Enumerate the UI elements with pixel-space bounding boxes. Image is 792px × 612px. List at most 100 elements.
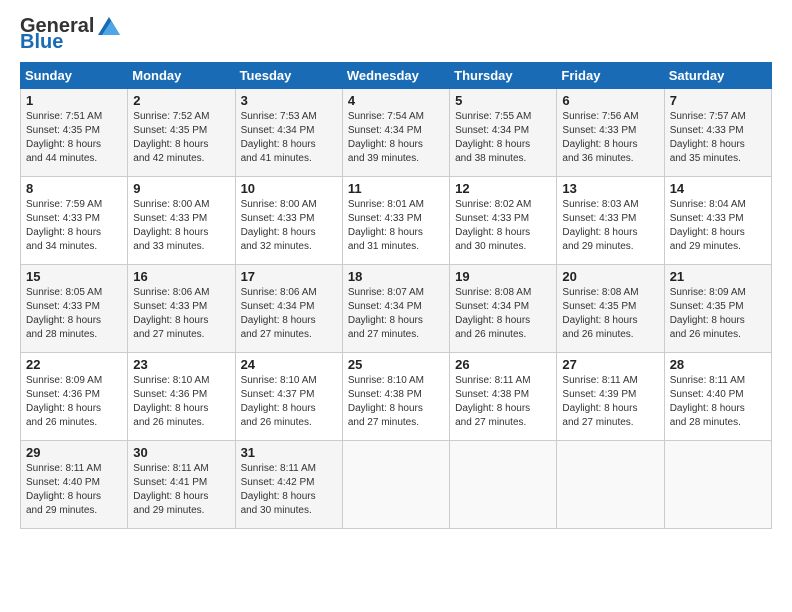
calendar-cell <box>557 441 664 529</box>
calendar-cell: 10 Sunrise: 8:00 AMSunset: 4:33 PMDayligh… <box>235 177 342 265</box>
calendar-cell: 15 Sunrise: 8:05 AMSunset: 4:33 PMDayligh… <box>21 265 128 353</box>
calendar-cell: 25 Sunrise: 8:10 AMSunset: 4:38 PMDayligh… <box>342 353 449 441</box>
day-number: 14 <box>670 181 766 196</box>
calendar-cell <box>342 441 449 529</box>
calendar-cell <box>664 441 771 529</box>
calendar-cell: 14 Sunrise: 8:04 AMSunset: 4:33 PMDayligh… <box>664 177 771 265</box>
day-number: 9 <box>133 181 229 196</box>
logo: General Blue <box>20 16 120 52</box>
page: General Blue SundayMondayTuesdayWednesda… <box>0 0 792 612</box>
day-number: 19 <box>455 269 551 284</box>
header-day-friday: Friday <box>557 63 664 89</box>
day-number: 1 <box>26 93 122 108</box>
calendar-cell: 26Sunrise: 8:11 AMSunset: 4:38 PMDayligh… <box>450 353 557 441</box>
day-info: Sunrise: 8:11 AMSunset: 4:42 PMDaylight:… <box>241 463 316 516</box>
calendar-cell: 23Sunrise: 8:10 AMSunset: 4:36 PMDayligh… <box>128 353 235 441</box>
day-info: Sunrise: 8:11 AMSunset: 4:40 PMDaylight:… <box>26 463 101 516</box>
day-info: Sunrise: 8:00 AMSunset: 4:33 PMDaylight:… <box>133 199 209 252</box>
day-number: 25 <box>348 357 444 372</box>
day-number: 26 <box>455 357 551 372</box>
day-info: Sunrise: 7:57 AMSunset: 4:33 PMDaylight:… <box>670 111 746 164</box>
calendar-cell: 11Sunrise: 8:01 AMSunset: 4:33 PMDayligh… <box>342 177 449 265</box>
day-number: 3 <box>241 93 337 108</box>
calendar-cell: 16 Sunrise: 8:06 AMSunset: 4:33 PMDayligh… <box>128 265 235 353</box>
calendar-cell: 22Sunrise: 8:09 AMSunset: 4:36 PMDayligh… <box>21 353 128 441</box>
day-info: Sunrise: 7:55 AMSunset: 4:34 PMDaylight:… <box>455 111 531 164</box>
calendar-cell: 12 Sunrise: 8:02 AMSunset: 4:33 PMDayligh… <box>450 177 557 265</box>
day-info: Sunrise: 8:06 AMSunset: 4:33 PMDaylight:… <box>133 287 209 340</box>
calendar-cell: 9 Sunrise: 8:00 AMSunset: 4:33 PMDaylight… <box>128 177 235 265</box>
day-number: 16 <box>133 269 229 284</box>
calendar-week-5: 29 Sunrise: 8:11 AMSunset: 4:40 PMDayligh… <box>21 441 772 529</box>
calendar-cell: 5 Sunrise: 7:55 AMSunset: 4:34 PMDaylight… <box>450 89 557 177</box>
calendar-cell: 21 Sunrise: 8:09 AMSunset: 4:35 PMDayligh… <box>664 265 771 353</box>
calendar-cell: 28Sunrise: 8:11 AMSunset: 4:40 PMDayligh… <box>664 353 771 441</box>
calendar-cell: 31 Sunrise: 8:11 AMSunset: 4:42 PMDayligh… <box>235 441 342 529</box>
day-number: 6 <box>562 93 658 108</box>
calendar-cell: 17 Sunrise: 8:06 AMSunset: 4:34 PMDayligh… <box>235 265 342 353</box>
day-info: Sunrise: 8:10 AMSunset: 4:38 PMDaylight:… <box>348 375 424 428</box>
day-number: 31 <box>241 445 337 460</box>
calendar-table: SundayMondayTuesdayWednesdayThursdayFrid… <box>20 62 772 529</box>
header: General Blue <box>20 16 772 52</box>
day-info: Sunrise: 8:07 AMSunset: 4:34 PMDaylight:… <box>348 287 424 340</box>
day-info: Sunrise: 8:10 AMSunset: 4:37 PMDaylight:… <box>241 375 317 428</box>
day-info: Sunrise: 7:52 AMSunset: 4:35 PMDaylight:… <box>133 111 209 164</box>
day-number: 7 <box>670 93 766 108</box>
day-number: 8 <box>26 181 122 196</box>
header-day-monday: Monday <box>128 63 235 89</box>
day-info: Sunrise: 8:05 AMSunset: 4:33 PMDaylight:… <box>26 287 102 340</box>
calendar-cell: 18 Sunrise: 8:07 AMSunset: 4:34 PMDayligh… <box>342 265 449 353</box>
day-number: 29 <box>26 445 122 460</box>
day-info: Sunrise: 8:11 AMSunset: 4:41 PMDaylight:… <box>133 463 208 516</box>
day-number: 5 <box>455 93 551 108</box>
day-info: Sunrise: 8:06 AMSunset: 4:34 PMDaylight:… <box>241 287 317 340</box>
calendar-cell: 2 Sunrise: 7:52 AMSunset: 4:35 PMDaylight… <box>128 89 235 177</box>
calendar-cell <box>450 441 557 529</box>
calendar-cell: 24Sunrise: 8:10 AMSunset: 4:37 PMDayligh… <box>235 353 342 441</box>
calendar-cell: 30 Sunrise: 8:11 AMSunset: 4:41 PMDayligh… <box>128 441 235 529</box>
day-info: Sunrise: 8:03 AMSunset: 4:33 PMDaylight:… <box>562 199 638 252</box>
day-info: Sunrise: 8:08 AMSunset: 4:35 PMDaylight:… <box>562 287 638 340</box>
day-info: Sunrise: 8:08 AMSunset: 4:34 PMDaylight:… <box>455 287 531 340</box>
day-number: 2 <box>133 93 229 108</box>
calendar-cell: 20 Sunrise: 8:08 AMSunset: 4:35 PMDayligh… <box>557 265 664 353</box>
calendar-cell: 19 Sunrise: 8:08 AMSunset: 4:34 PMDayligh… <box>450 265 557 353</box>
day-number: 10 <box>241 181 337 196</box>
calendar-header-row: SundayMondayTuesdayWednesdayThursdayFrid… <box>21 63 772 89</box>
day-info: Sunrise: 7:56 AMSunset: 4:33 PMDaylight:… <box>562 111 638 164</box>
day-number: 28 <box>670 357 766 372</box>
day-number: 27 <box>562 357 658 372</box>
day-info: Sunrise: 8:09 AMSunset: 4:35 PMDaylight:… <box>670 287 746 340</box>
day-info: Sunrise: 8:04 AMSunset: 4:33 PMDaylight:… <box>670 199 746 252</box>
day-info: Sunrise: 8:00 AMSunset: 4:33 PMDaylight:… <box>241 199 317 252</box>
calendar-cell: 6 Sunrise: 7:56 AMSunset: 4:33 PMDaylight… <box>557 89 664 177</box>
day-info: Sunrise: 8:11 AMSunset: 4:39 PMDaylight:… <box>562 375 637 428</box>
day-number: 15 <box>26 269 122 284</box>
day-info: Sunrise: 8:02 AMSunset: 4:33 PMDaylight:… <box>455 199 531 252</box>
day-number: 4 <box>348 93 444 108</box>
day-info: Sunrise: 7:51 AMSunset: 4:35 PMDaylight:… <box>26 111 102 164</box>
day-number: 13 <box>562 181 658 196</box>
day-number: 30 <box>133 445 229 460</box>
logo-blue: Blue <box>20 32 120 52</box>
day-number: 17 <box>241 269 337 284</box>
day-number: 18 <box>348 269 444 284</box>
day-number: 21 <box>670 269 766 284</box>
calendar-week-1: 1 Sunrise: 7:51 AMSunset: 4:35 PMDaylight… <box>21 89 772 177</box>
calendar-week-4: 22Sunrise: 8:09 AMSunset: 4:36 PMDayligh… <box>21 353 772 441</box>
calendar-cell: 7 Sunrise: 7:57 AMSunset: 4:33 PMDaylight… <box>664 89 771 177</box>
day-info: Sunrise: 7:54 AMSunset: 4:34 PMDaylight:… <box>348 111 424 164</box>
calendar-cell: 8Sunrise: 7:59 AMSunset: 4:33 PMDaylight… <box>21 177 128 265</box>
header-day-saturday: Saturday <box>664 63 771 89</box>
day-number: 20 <box>562 269 658 284</box>
day-number: 11 <box>348 181 444 196</box>
calendar-cell: 29 Sunrise: 8:11 AMSunset: 4:40 PMDayligh… <box>21 441 128 529</box>
day-info: Sunrise: 7:53 AMSunset: 4:34 PMDaylight:… <box>241 111 317 164</box>
header-day-tuesday: Tuesday <box>235 63 342 89</box>
calendar-cell: 27 Sunrise: 8:11 AMSunset: 4:39 PMDayligh… <box>557 353 664 441</box>
day-number: 12 <box>455 181 551 196</box>
header-day-wednesday: Wednesday <box>342 63 449 89</box>
calendar-cell: 13 Sunrise: 8:03 AMSunset: 4:33 PMDayligh… <box>557 177 664 265</box>
calendar-week-3: 15 Sunrise: 8:05 AMSunset: 4:33 PMDayligh… <box>21 265 772 353</box>
